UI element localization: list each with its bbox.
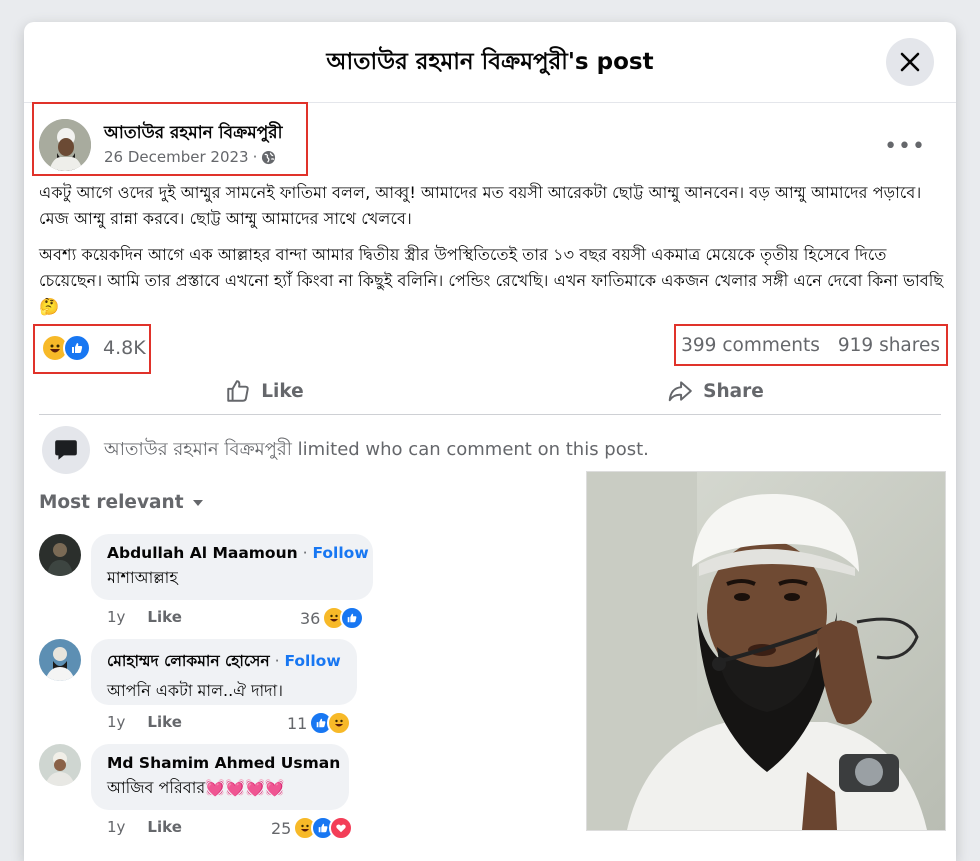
- comment-text: আপনি একটা মাল..ঐ দাদা।: [107, 681, 283, 700]
- like-label: Like: [261, 380, 304, 402]
- commenter-name[interactable]: Md Shamim Ahmed Usman: [107, 754, 340, 772]
- avatar-image: [39, 119, 91, 171]
- share-icon: [668, 381, 692, 402]
- more-options-button[interactable]: •••: [884, 134, 926, 159]
- comment-like-button[interactable]: Like: [147, 713, 181, 731]
- commenter-avatar[interactable]: [39, 639, 81, 681]
- like-button[interactable]: Like: [39, 368, 490, 414]
- post-date-text[interactable]: 26 December 2023: [104, 148, 249, 166]
- share-button[interactable]: Share: [490, 368, 941, 414]
- comment-reaction-count: 25: [271, 818, 292, 838]
- commenter-avatar[interactable]: [39, 744, 81, 786]
- comment-meta: 1y Like: [107, 713, 182, 731]
- close-button[interactable]: [886, 38, 934, 86]
- limited-notice-text: limited who can comment on this post.: [291, 438, 649, 460]
- comment-reactions[interactable]: 11: [287, 711, 352, 735]
- post-modal: আতাউর রহমান বিক্রমপুরী's post আতাউর রহমা…: [24, 22, 956, 861]
- sort-label: Most relevant: [39, 492, 184, 513]
- post-body: একটু আগে ওদের দুই আম্মুর সামনেই ফাতিমা ব…: [39, 180, 944, 330]
- comment-like-button[interactable]: Like: [147, 608, 181, 626]
- comment-bubble: Md Shamim Ahmed Usman আজিব পরিবার💓💓💓💓: [91, 744, 349, 810]
- comment-age[interactable]: 1y: [107, 818, 125, 836]
- commenter-avatar[interactable]: [39, 534, 81, 576]
- comment-text: আজিব পরিবার💓💓💓💓: [107, 778, 285, 797]
- author-name[interactable]: আতাউর রহমান বিক্রমপুরী: [104, 120, 282, 148]
- chevron-down-icon: [192, 499, 203, 506]
- man-with-microphone-photo: [587, 472, 945, 830]
- comment-reaction-count: 36: [300, 608, 321, 628]
- commenter-name[interactable]: Abdullah Al Maamoun: [107, 544, 298, 562]
- shares-count-link[interactable]: 919 shares: [838, 335, 940, 356]
- name-separator: ·: [297, 544, 313, 562]
- comment-sort-dropdown[interactable]: Most relevant: [39, 492, 204, 513]
- globe-icon: [262, 150, 276, 164]
- comment-bubble: মোহাম্মদ লোকমান হোসেন · Follow আপনি একটা…: [91, 639, 357, 705]
- author-avatar[interactable]: [39, 119, 91, 171]
- date-separator: ·: [252, 148, 258, 166]
- follow-button[interactable]: Follow: [284, 652, 340, 670]
- like-icon: [227, 380, 249, 402]
- modal-title: আতাউর রহমান বিক্রমপুরী's post: [326, 48, 654, 75]
- limited-notice-name[interactable]: আতাউর রহমান বিক্রমপুরী: [104, 439, 292, 460]
- post-paragraph: অবশ্য কয়েকদিন আগে এক আল্লাহর বান্দা আমা…: [39, 245, 944, 316]
- post-stats: 399 comments 919 shares: [681, 335, 940, 356]
- post-date: 26 December 2023 ·: [104, 148, 276, 166]
- reaction-count: 4.8K: [103, 337, 146, 359]
- comment-age[interactable]: 1y: [107, 713, 125, 731]
- follow-button[interactable]: Follow: [312, 544, 368, 562]
- comment-age[interactable]: 1y: [107, 608, 125, 626]
- post-paragraph: একটু আগে ওদের দুই আম্মুর সামনেই ফাতিমা ব…: [39, 183, 922, 228]
- post-actions-bar: Like Share: [39, 368, 941, 415]
- like-reaction-icon: [340, 606, 365, 630]
- more-icon: •••: [884, 134, 926, 159]
- love-reaction-icon: [329, 816, 354, 840]
- reaction-summary[interactable]: 4.8K: [41, 334, 146, 362]
- limited-comments-notice: আতাউর রহমান বিক্রমপুরী limited who can c…: [42, 426, 649, 474]
- comment-reactions[interactable]: 25: [271, 816, 354, 840]
- comment-text: মাশাআল্লাহ: [107, 568, 178, 587]
- name-separator: ·: [269, 652, 285, 670]
- comment-meta: 1y Like: [107, 818, 182, 836]
- like-reaction-icon: [63, 334, 91, 362]
- comment-reaction-count: 11: [287, 713, 308, 733]
- commenter-name[interactable]: মোহাম্মদ লোকমান হোসেন: [107, 652, 270, 670]
- chat-bubble-icon: [42, 426, 90, 474]
- close-icon: [900, 52, 920, 72]
- comment-like-button[interactable]: Like: [147, 818, 181, 836]
- modal-header: আতাউর রহমান বিক্রমপুরী's post: [24, 22, 956, 103]
- comment-meta: 1y Like: [107, 608, 182, 626]
- comment-reactions[interactable]: 36: [300, 606, 365, 630]
- share-label: Share: [703, 380, 764, 402]
- comments-count-link[interactable]: 399 comments: [681, 335, 820, 356]
- overlay-photo: [587, 472, 945, 830]
- haha-reaction-icon: [327, 711, 352, 735]
- comment-bubble: Abdullah Al Maamoun · Follow মাশাআল্লাহ: [91, 534, 373, 600]
